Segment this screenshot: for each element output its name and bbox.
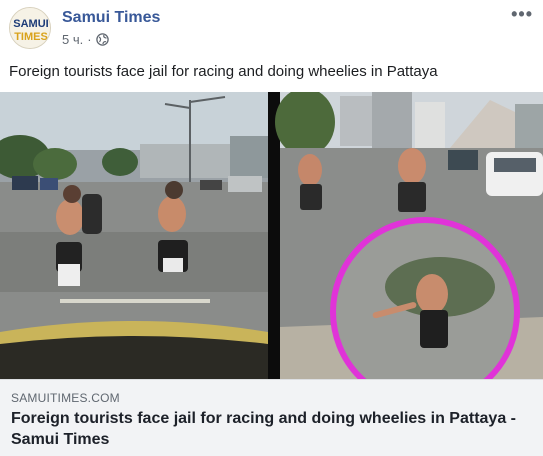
meta-separator: · [87,32,92,47]
news-photo-collage [0,92,543,379]
post-text: Foreign tourists face jail for racing an… [9,63,438,80]
more-options-icon[interactable]: ••• [511,5,533,23]
right-photo [275,92,543,379]
post-timestamp[interactable]: 5 ч. [62,32,83,47]
logo-line1: SAMUI [13,18,48,30]
logo-line2: TIMES [14,31,48,43]
page-name-link[interactable]: Samui Times [62,9,160,27]
post-image[interactable] [0,92,543,379]
left-photo [0,92,268,379]
post-meta: 5 ч. · [62,32,109,47]
link-title[interactable]: Foreign tourists face jail for racing an… [11,408,531,450]
link-preview[interactable]: SAMUITIMES.COM Foreign tourists face jai… [0,379,543,456]
samui-times-logo: SAMUI TIMES [10,8,50,48]
globe-icon [95,33,109,46]
page-avatar[interactable]: SAMUI TIMES [9,7,51,49]
facebook-post: SAMUI TIMES Samui Times 5 ч. · ••• Forei… [0,0,543,456]
link-domain: SAMUITIMES.COM [11,391,120,405]
